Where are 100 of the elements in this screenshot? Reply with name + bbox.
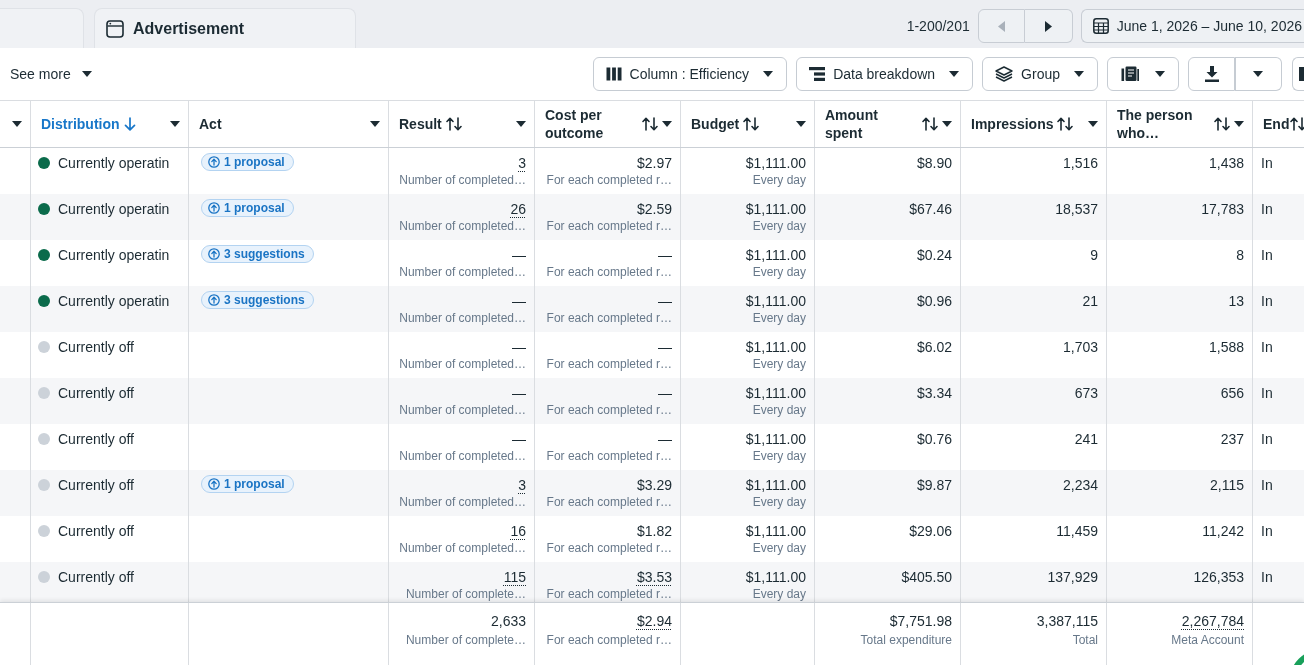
cell-text: In (1261, 569, 1273, 585)
cell-text: In (1261, 247, 1273, 263)
cell-value: 11,459 (1056, 522, 1098, 541)
cell-note: Number of completed… (399, 219, 526, 234)
caret-icon[interactable] (1088, 121, 1098, 127)
arrow-up-circle-icon (208, 248, 220, 260)
cell-value: 9 (1090, 246, 1098, 265)
suggestion-tag[interactable]: 1 proposal (201, 199, 294, 217)
column-header[interactable]: The person who… (1117, 106, 1210, 142)
caret-icon[interactable] (12, 121, 22, 127)
cell-text: In (1261, 155, 1273, 171)
cell-text: In (1261, 385, 1273, 401)
cell-note: Number of completed… (399, 495, 526, 510)
column-header[interactable]: Impressions (971, 115, 1054, 133)
cell-value: $6.02 (916, 338, 952, 357)
cell-note: For each completed r… (546, 403, 672, 418)
cell-value: — (658, 430, 672, 449)
caret-icon[interactable] (1234, 121, 1244, 127)
cell-note: For each completed r… (546, 219, 672, 234)
cell-value: 2,234 (1062, 476, 1098, 495)
cell-note: For each completed r… (546, 357, 672, 372)
suggestion-tag[interactable]: 1 proposal (201, 153, 294, 171)
reports-button[interactable] (1107, 57, 1179, 91)
column-header[interactable]: Distribution (41, 115, 120, 133)
cell-note: Number of completed… (399, 173, 526, 188)
cell-value: $0.24 (916, 246, 952, 265)
cell-note: Number of completed… (399, 403, 526, 418)
cell-note: Every day (752, 173, 806, 188)
suggestion-tag[interactable]: 3 suggestions (201, 291, 314, 309)
cell-value: $405.50 (901, 568, 952, 587)
cell-value: $8.90 (916, 154, 952, 173)
caret-icon (1074, 71, 1084, 77)
cell-value: $1,111.00 (745, 338, 806, 357)
column-header[interactable]: Amount spent (825, 106, 918, 142)
cell-value: 26 (510, 200, 526, 219)
status-text: Currently off (58, 522, 134, 541)
page-count: 1-200/201 (906, 18, 970, 34)
cell-value: $29.06 (909, 522, 952, 541)
cell-value: $1,111.00 (745, 200, 806, 219)
status-text: Currently operatin (58, 154, 170, 173)
cell-note: Every day (752, 541, 806, 556)
cell-value: 115 (503, 568, 526, 587)
caret-icon (81, 71, 92, 77)
caret-icon[interactable] (942, 121, 952, 127)
cell-value: 16 (510, 522, 526, 541)
status-text: Currently operatin (58, 200, 170, 219)
cell-note: Every day (752, 219, 806, 234)
suggestion-tag[interactable]: 1 proposal (201, 475, 294, 493)
cell-note: For each completed r… (546, 173, 672, 188)
caret-icon[interactable] (370, 121, 380, 127)
cell-note: Every day (752, 311, 806, 326)
cell-value: 11,242 (1202, 522, 1244, 541)
caret-icon[interactable] (170, 121, 180, 127)
column-header[interactable]: Budget (691, 115, 740, 133)
next-page-button[interactable] (1024, 9, 1073, 43)
cell-value: 126,353 (1193, 568, 1244, 587)
date-range-button[interactable]: June 1, 2026 – June 10, 2026 (1080, 9, 1304, 43)
calendar-icon (1092, 18, 1109, 34)
cell-value: $1,111.00 (745, 154, 806, 173)
cell-note: For each completed r… (546, 311, 672, 326)
caret-icon[interactable] (662, 121, 672, 127)
cell-value: $2.97 (636, 154, 672, 173)
cell-value: $1,111.00 (745, 476, 806, 495)
column-header[interactable]: End (1263, 115, 1287, 133)
column-header[interactable]: Act (199, 115, 222, 133)
cell-note: Total expenditure (860, 632, 952, 649)
cell-value: $1,111.00 (745, 568, 806, 587)
cell-value: 3 (518, 154, 526, 173)
cell-value: $0.76 (916, 430, 952, 449)
column-header[interactable]: Cost per outcome (545, 106, 638, 142)
download-button[interactable] (1188, 57, 1235, 91)
status-text: Currently operatin (58, 246, 170, 265)
toolbar-button[interactable] (1292, 57, 1304, 91)
see-more-button[interactable]: See more (10, 62, 92, 86)
caret-icon[interactable] (796, 121, 806, 127)
column-header[interactable]: Result (399, 115, 442, 133)
cell-text: In (1261, 477, 1273, 493)
cell-value: — (658, 384, 672, 403)
cell-value: $3.29 (636, 476, 672, 495)
cell-text: In (1261, 339, 1273, 355)
breakdown-button[interactable]: Data breakdown (796, 57, 974, 91)
cell-value: 3 (518, 476, 526, 495)
cell-note: Number of complete… (405, 632, 526, 649)
cell-note: Meta Account (1171, 632, 1244, 649)
caret-icon (949, 71, 960, 77)
columns-icon (605, 67, 622, 81)
cell-value: 673 (1074, 384, 1098, 403)
cell-value: $67.46 (909, 200, 952, 219)
cell-value: — (512, 430, 526, 449)
cell-value: — (658, 292, 672, 311)
suggestion-tag[interactable]: 3 suggestions (201, 245, 314, 263)
cell-value: 1,703 (1062, 338, 1098, 357)
status-text: Currently operatin (58, 292, 170, 311)
columns-button[interactable]: Column : Efficiency (592, 57, 788, 91)
caret-icon[interactable] (516, 121, 526, 127)
arrow-up-circle-icon (208, 294, 220, 306)
group-button[interactable]: Group (982, 57, 1098, 91)
tab[interactable]: Advertisement (94, 8, 356, 48)
cell-value: 241 (1074, 430, 1098, 449)
cell-text: In (1261, 523, 1273, 539)
